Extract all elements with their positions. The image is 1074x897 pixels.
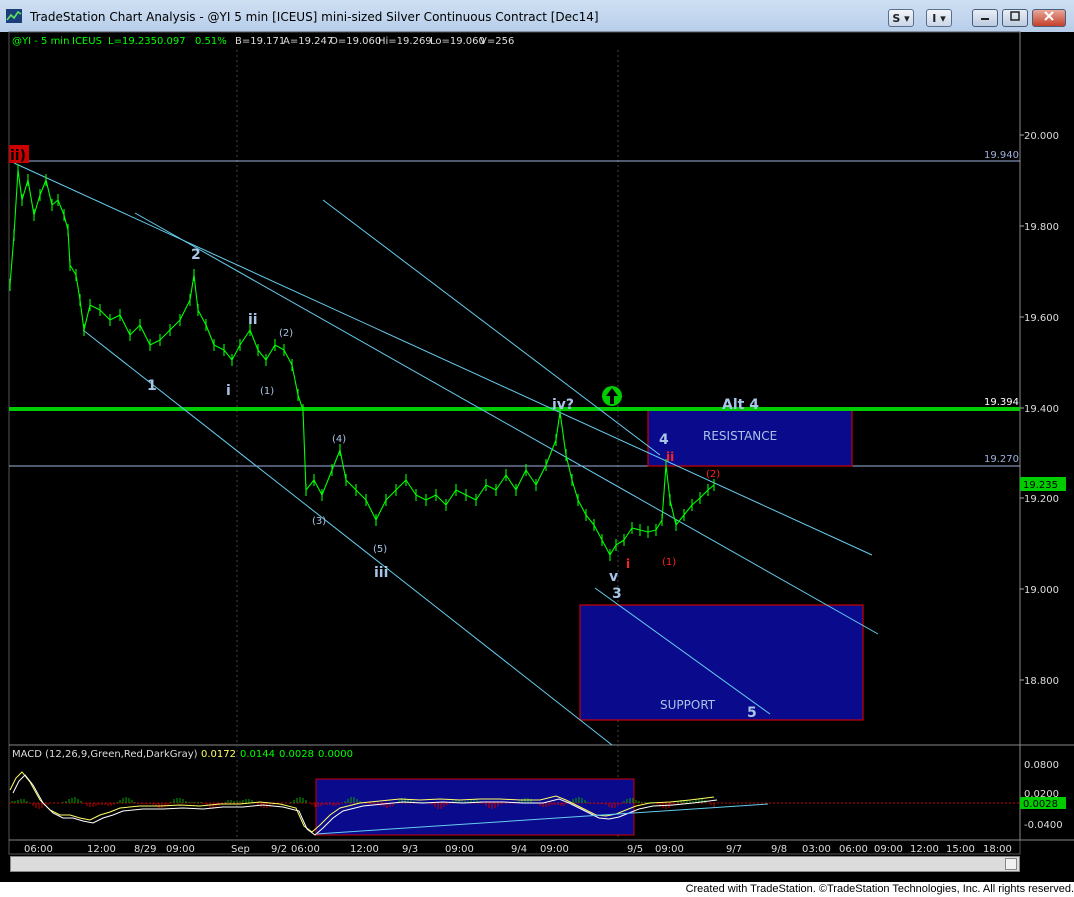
macd-value-1: 0.0172 — [201, 749, 236, 760]
time-axis-label: 9/8 — [771, 844, 787, 855]
time-axis-label: 09:00 — [874, 844, 903, 855]
wave-label-i: i — [226, 383, 231, 399]
price-line-label: 19.394 — [984, 397, 1019, 408]
current-price-label: 19.235 — [1023, 480, 1058, 491]
up-arrow-icon — [602, 386, 622, 406]
time-axis-label: 09:00 — [655, 844, 684, 855]
scroll-right-button[interactable] — [1005, 858, 1017, 870]
price-axis-label: 19.400 — [1024, 404, 1059, 415]
time-axis-label: 12:00 — [87, 844, 116, 855]
time-axis-label: 09:00 — [540, 844, 569, 855]
wave-label-ii: ii — [248, 312, 258, 328]
status-last: L=19.235 — [108, 36, 157, 47]
macd-value-3: 0.0028 — [279, 749, 314, 760]
status-symbol: @YI - 5 min — [12, 36, 69, 47]
time-axis-label: 9/3 — [402, 844, 418, 855]
resistance-label: RESISTANCE — [703, 429, 777, 443]
trendline-upper — [13, 162, 873, 556]
wave-label-1: 1 — [147, 378, 157, 394]
price-axis-label: 18.800 — [1024, 676, 1059, 687]
wave-label-5: 5 — [747, 705, 757, 721]
price-line-label: 19.270 — [984, 454, 1019, 465]
time-axis-label: 03:00 — [802, 844, 831, 855]
wave-label-ii-top: ii) — [10, 148, 26, 164]
wave-label-v: v — [609, 569, 618, 585]
status-bid: B=19.171 — [235, 36, 285, 47]
chart-horizontal-scrollbar[interactable] — [10, 856, 1020, 872]
wave-label-sub3: (3) — [312, 516, 326, 527]
time-axis-label: 12:00 — [910, 844, 939, 855]
time-axis-label: 12:00 — [350, 844, 379, 855]
status-exchange: ICEUS — [72, 36, 102, 47]
price-line-label: 19.940 — [984, 150, 1019, 161]
price-bars — [9, 164, 715, 561]
time-axis-label: 15:00 — [946, 844, 975, 855]
time-axis-label: Sep — [231, 844, 250, 855]
wave-label-sub1: (1) — [260, 386, 274, 397]
wave-label-iii: iii — [374, 565, 388, 581]
macd-label: MACD (12,26,9,Green,Red,DarkGray) — [12, 749, 198, 760]
wave-label-sub5: (5) — [373, 544, 387, 555]
status-volume: V=256 — [480, 36, 514, 47]
time-axis-label: 09:00 — [445, 844, 474, 855]
support-label: SUPPORT — [660, 698, 716, 712]
price-axis-label: 19.000 — [1024, 585, 1059, 596]
red-label-sub2: (2) — [706, 469, 720, 480]
time-axis-label: 09:00 — [166, 844, 195, 855]
trendline-lower — [82, 329, 613, 746]
price-axis-label: 19.800 — [1024, 222, 1059, 233]
status-high: Hi=19.269 — [378, 36, 432, 47]
support-zone — [579, 604, 864, 721]
macd-axis-label: -0.0400 — [1024, 820, 1063, 831]
status-open: O=19.060 — [330, 36, 381, 47]
macd-value-4: 0.0000 — [318, 749, 353, 760]
price-axis-label: 19.600 — [1024, 313, 1059, 324]
macd-current-label: 0.0028 — [1023, 799, 1058, 810]
footer: Created with TradeStation. ©TradeStation… — [0, 882, 1074, 897]
macd-axis-label: 0.0800 — [1024, 760, 1059, 771]
status-change: 0.097 — [157, 36, 186, 47]
time-axis-label: 9/7 — [726, 844, 742, 855]
time-axis-label: 9/4 — [511, 844, 527, 855]
price-axis-label: 20.000 — [1024, 131, 1059, 142]
status-ask: A=19.247 — [283, 36, 333, 47]
wave-label-sub4: (4) — [332, 434, 346, 445]
time-axis-label: 06:00 — [839, 844, 868, 855]
wave-label-3: 3 — [612, 586, 622, 602]
status-low: Lo=19.060 — [430, 36, 485, 47]
footer-copyright: Created with TradeStation. ©TradeStation… — [685, 883, 1074, 895]
time-axis-label: 9/2 — [271, 844, 287, 855]
price-chart[interactable]: @YI - 5 min ICEUS L=19.235 0.097 0.51% B… — [0, 0, 1074, 897]
time-axis-label: 18:00 — [983, 844, 1012, 855]
time-axis-label: 06:00 — [24, 844, 53, 855]
status-pct: 0.51% — [195, 36, 227, 47]
time-axis-label: 8/29 — [134, 844, 156, 855]
time-axis-label: 9/5 — [627, 844, 643, 855]
time-axis-label: 06:00 — [291, 844, 320, 855]
alt4-label: Alt 4 — [722, 397, 759, 413]
wave-label-sub2: (2) — [279, 328, 293, 339]
macd-highlight-zone — [315, 778, 635, 836]
price-axis-label: 19.200 — [1024, 494, 1059, 505]
red-label-sub1: (1) — [662, 557, 676, 568]
red-label-ii: ii — [666, 450, 674, 464]
wave-label-2: 2 — [191, 247, 201, 263]
wave-label-4: 4 — [659, 432, 669, 448]
wave-label-iv: iv? — [552, 397, 574, 413]
red-label-i: i — [626, 557, 630, 571]
macd-value-2: 0.0144 — [240, 749, 275, 760]
